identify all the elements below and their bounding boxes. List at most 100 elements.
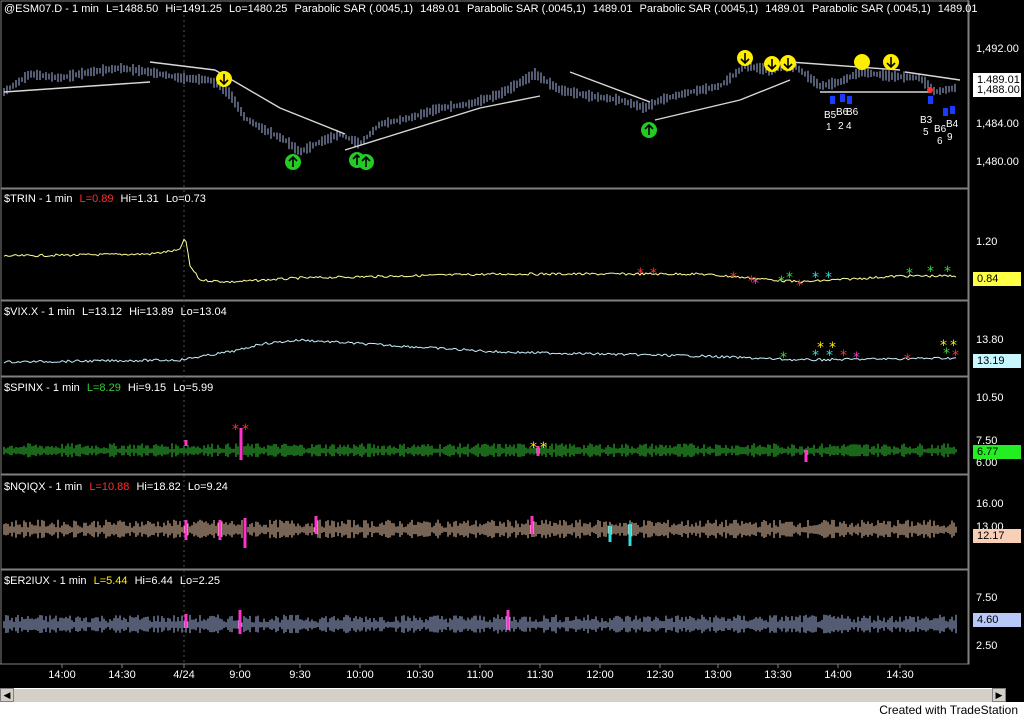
sar-value-1: 1489.01 xyxy=(420,3,460,15)
er2iux-tick-1: 7.50 xyxy=(976,592,998,604)
footer-credit: Created with TradeStation xyxy=(879,703,1018,717)
signal-label: B5 xyxy=(824,110,837,121)
entry-marker-icon xyxy=(830,96,835,104)
star-marker-icon: * xyxy=(752,276,759,292)
spinx-lo: Lo=5.99 xyxy=(173,382,214,394)
horizontal-scrollbar[interactable] xyxy=(0,688,1006,703)
star-marker-icon: * xyxy=(940,338,947,354)
trin-last-badge: 0.84 xyxy=(973,272,1021,286)
nqiqx-symbol: $NQIQX - 1 min xyxy=(4,481,83,493)
star-marker-icon: * xyxy=(540,440,547,456)
entry-marker-icon xyxy=(943,108,948,116)
nqiqx-title: $NQIQX - 1 min L=10.88 Hi=18.82 Lo=9.24 xyxy=(4,481,232,493)
trin-tick-1: 1.20 xyxy=(976,236,998,248)
trin-symbol: $TRIN - 1 min xyxy=(4,193,73,205)
star-marker-icon: * xyxy=(927,264,934,280)
star-marker-icon: * xyxy=(650,266,657,282)
spinx-last-badge: 6.77 xyxy=(973,445,1021,459)
vix-title: $VIX.X - 1 min L=13.12 Hi=13.89 Lo=13.04 xyxy=(4,306,231,318)
footer: Created with TradeStation xyxy=(0,702,1024,718)
es-title: @ESM07.D - 1 min L=1488.50 Hi=1491.25 Lo… xyxy=(4,3,981,15)
smiley-icon xyxy=(854,54,870,70)
nqiqx-lo: Lo=9.24 xyxy=(187,481,228,493)
trin-lo: Lo=0.73 xyxy=(165,193,206,205)
es-tick-3: 1,480.00 xyxy=(976,156,1019,168)
vix-lo: Lo=13.04 xyxy=(180,306,227,318)
star-marker-icon: * xyxy=(232,422,239,438)
sar-label-1: Parabolic SAR (.0045,1) xyxy=(294,3,414,15)
vix-symbol: $VIX.X - 1 min xyxy=(4,306,75,318)
signal-label: 1 xyxy=(826,122,832,133)
er2iux-hi: Hi=6.44 xyxy=(134,575,173,587)
star-marker-icon: * xyxy=(950,338,957,354)
star-marker-icon: * xyxy=(530,440,537,456)
parabolic-sar-line xyxy=(654,99,741,121)
entry-marker-icon xyxy=(928,96,933,104)
signal-label: B3 xyxy=(920,115,933,126)
er2iux-title: $ER2IUX - 1 min L=5.44 Hi=6.44 Lo=2.25 xyxy=(4,575,224,587)
parabolic-sar-line xyxy=(739,79,791,101)
spinx-tick-1: 10.50 xyxy=(976,392,1004,404)
sar-value-2: 1489.01 xyxy=(592,3,633,15)
nqiqx-last-badge: 12.17 xyxy=(973,529,1021,543)
star-marker-icon: * xyxy=(817,340,824,356)
time-label: 4/24 xyxy=(173,669,195,681)
time-label: 14:30 xyxy=(886,669,914,681)
time-label: 14:00 xyxy=(48,669,76,681)
star-marker-icon: * xyxy=(840,348,847,364)
es-last: L=1488.50 xyxy=(105,3,159,15)
time-label: 12:00 xyxy=(586,669,614,681)
sar-label-2: Parabolic SAR (.0045,1) xyxy=(467,3,586,15)
star-marker-icon: * xyxy=(796,278,803,294)
star-marker-icon: * xyxy=(906,266,913,282)
es-last-badge: 1,488.00 xyxy=(973,83,1021,97)
time-label: 13:00 xyxy=(704,669,732,681)
star-marker-icon: * xyxy=(778,274,785,290)
spinx-symbol: $SPINX - 1 min xyxy=(4,382,80,394)
vix-last-badge: 13.19 xyxy=(973,354,1021,368)
er2iux-tick-2: 2.50 xyxy=(976,640,998,652)
sar-label-3: Parabolic SAR (.0045,1) xyxy=(639,3,759,15)
es-hi: Hi=1491.25 xyxy=(165,3,222,15)
nqiqx-tick-1: 16.00 xyxy=(976,498,1004,510)
scroll-left-button[interactable]: ◀ xyxy=(0,688,14,702)
sar-value-4: 1489.01 xyxy=(937,3,978,15)
es-lo: Lo=1480.25 xyxy=(229,3,288,15)
star-marker-icon: * xyxy=(944,264,951,280)
star-marker-icon: * xyxy=(730,270,737,286)
parabolic-sar-line xyxy=(279,107,346,135)
time-label: 11:00 xyxy=(466,669,494,681)
trin-hi: Hi=1.31 xyxy=(120,193,159,205)
chart-canvas: * * * * * ** * * * * *** * * * * * * ** * * ** ** * xyxy=(0,0,970,668)
time-label: 10:00 xyxy=(346,669,374,681)
panel-border xyxy=(0,188,970,301)
spinx-hi: Hi=9.15 xyxy=(127,382,167,394)
entry-marker-icon xyxy=(840,94,845,102)
vix-hi: Hi=13.89 xyxy=(129,306,174,318)
star-marker-icon: * xyxy=(780,350,787,366)
star-marker-icon: * xyxy=(786,270,793,286)
vix-last: L=13.12 xyxy=(81,306,123,318)
time-label: 14:30 xyxy=(108,669,136,681)
entry-marker-icon xyxy=(950,106,955,114)
signal-label: 9 xyxy=(947,132,953,143)
star-marker-icon: * xyxy=(637,266,644,282)
star-marker-icon: * xyxy=(853,350,860,366)
time-label: 9:30 xyxy=(289,669,311,681)
parabolic-sar-line xyxy=(149,61,216,71)
er2iux-lo: Lo=2.25 xyxy=(179,575,220,587)
spinx-last: L=8.29 xyxy=(86,382,121,394)
es-symbol: @ESM07.D - 1 min xyxy=(4,3,99,15)
trin-title: $TRIN - 1 min L=0.89 Hi=1.31 Lo=0.73 xyxy=(4,193,210,205)
time-label: 13:30 xyxy=(764,669,792,681)
vix-tick-1: 13.80 xyxy=(976,334,1004,346)
star-marker-icon: * xyxy=(242,422,249,438)
exit-marker-icon xyxy=(927,87,933,93)
star-marker-icon: * xyxy=(825,270,832,286)
star-marker-icon: * xyxy=(812,270,819,286)
sar-label-4: Parabolic SAR (.0045,1) xyxy=(812,3,931,15)
time-label: 9:00 xyxy=(229,669,251,681)
scroll-right-button[interactable]: ▶ xyxy=(992,688,1006,702)
signal-label: B6 xyxy=(934,124,947,135)
nqiqx-hi: Hi=18.82 xyxy=(136,481,181,493)
